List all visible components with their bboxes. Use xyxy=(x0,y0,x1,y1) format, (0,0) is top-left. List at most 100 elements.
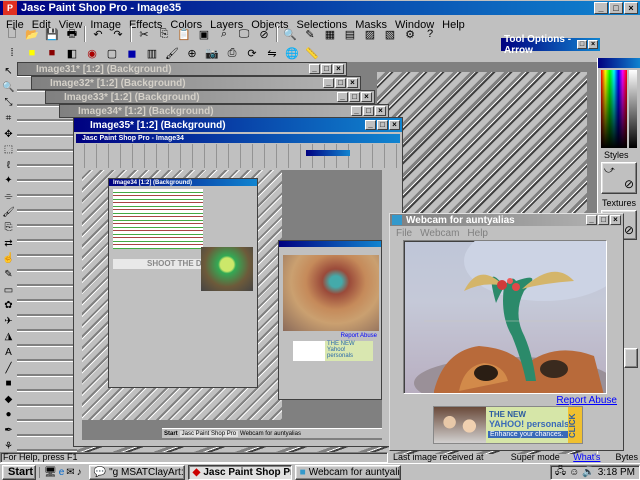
maximize-button[interactable]: □ xyxy=(609,2,623,14)
start-button[interactable]: Start xyxy=(2,464,36,480)
foreground-style-swatch[interactable]: ⤻ ⊘ xyxy=(601,162,637,194)
monitor-icon[interactable]: 🖵 xyxy=(234,25,254,43)
tool-options-title-bar[interactable]: Tool Options - Arrow □ × xyxy=(501,34,600,56)
layer-icon[interactable]: ◧ xyxy=(62,44,82,62)
draw-tool-icon[interactable]: ╱ xyxy=(2,361,16,375)
tool-palette-icon[interactable]: ✎ xyxy=(300,25,320,43)
overview-icon[interactable]: ▧ xyxy=(380,25,400,43)
image31-close[interactable]: × xyxy=(333,64,344,74)
mover-tool-icon[interactable]: ✥ xyxy=(2,127,16,141)
minimize-button[interactable]: _ xyxy=(594,2,608,14)
webcam-title-bar[interactable]: Webcam for auntyalias _ □ × xyxy=(390,214,623,226)
zoom-icon[interactable]: 🔍 xyxy=(280,25,300,43)
whats-this-link[interactable]: What's this? xyxy=(573,452,609,472)
text-tool-icon[interactable]: A xyxy=(2,346,16,360)
undo-icon[interactable]: ↶ xyxy=(88,25,108,43)
image33-title-bar[interactable]: Image33* [1:2] (Background) _ □ × xyxy=(45,90,375,104)
tool-options-close-button[interactable]: × xyxy=(588,40,598,49)
yahoo-personals-ad[interactable]: THE NEW YAHOO! personals Enhance your ch… xyxy=(433,406,583,444)
square-icon[interactable]: ■ xyxy=(22,44,42,62)
histogram-icon[interactable]: ▨ xyxy=(360,25,380,43)
dropper-tool-icon[interactable]: ⌯ xyxy=(2,190,16,204)
tray-chat-icon[interactable]: ☺ xyxy=(569,467,579,478)
image33-minimize[interactable]: _ xyxy=(337,92,348,102)
open-icon[interactable]: 📂 xyxy=(22,25,42,43)
new-icon[interactable]: 🗋 xyxy=(2,25,22,43)
image31-minimize[interactable]: _ xyxy=(309,64,320,74)
main-title-bar[interactable]: P Jasc Paint Shop Pro - Image35 _ □ × xyxy=(0,1,640,15)
image35-minimize[interactable]: _ xyxy=(365,120,376,130)
selection-tool-icon[interactable]: ⬚ xyxy=(2,143,16,157)
vector-object-icon[interactable]: ◆ xyxy=(2,392,16,406)
webcam-app-icon[interactable] xyxy=(392,215,402,225)
redo-icon[interactable]: ↷ xyxy=(108,25,128,43)
pen-tool-icon[interactable]: ✒ xyxy=(2,424,16,438)
camera-icon[interactable]: 📷 xyxy=(202,44,222,62)
crop-tool-icon[interactable]: ⌗ xyxy=(2,112,16,126)
frame-icon[interactable]: ▢ xyxy=(102,44,122,62)
layer-palette-icon[interactable]: ▤ xyxy=(340,25,360,43)
gradient-icon[interactable]: ▥ xyxy=(142,44,162,62)
task-chat[interactable]: 💬 "g MSATClayArt:1 - Chat xyxy=(88,464,185,480)
mail-icon[interactable]: ✉ xyxy=(66,467,74,478)
eraser-tool-icon[interactable]: ▭ xyxy=(2,283,16,297)
image32-minimize[interactable]: _ xyxy=(323,78,334,88)
freehand-tool-icon[interactable]: ℓ xyxy=(2,159,16,173)
browse-icon[interactable]: ⌕ xyxy=(214,25,234,43)
image32-close[interactable]: × xyxy=(347,78,358,88)
ruler-icon[interactable]: 📏 xyxy=(302,44,322,62)
red-eye-icon[interactable]: ● xyxy=(2,408,16,422)
color-palette-icon[interactable]: ▦ xyxy=(320,25,340,43)
tool-options-maximize-button[interactable]: □ xyxy=(577,40,587,49)
show-desktop-icon[interactable]: 🖥 xyxy=(44,467,57,478)
fill-icon[interactable]: ◼ xyxy=(122,44,142,62)
color-picker-grayscale[interactable] xyxy=(629,70,637,148)
color-picker-spectrum[interactable] xyxy=(601,70,627,148)
globe-icon[interactable]: 🌐 xyxy=(282,44,302,62)
swatch-icon[interactable]: ■ xyxy=(42,44,62,62)
image33-close[interactable]: × xyxy=(361,92,372,102)
grip-icon[interactable]: ⁞ xyxy=(2,44,22,62)
deform-tool-icon[interactable]: ⤡ xyxy=(2,96,16,110)
color-replacer-icon[interactable]: ⇄ xyxy=(2,237,16,251)
cut-icon[interactable]: ✂ xyxy=(134,25,154,43)
image35-title-bar[interactable]: Image35* [1:2] (Background) _ □ × xyxy=(74,118,402,132)
retouch-tool-icon[interactable]: ☝ xyxy=(2,252,16,266)
image33-maximize[interactable]: □ xyxy=(349,92,360,102)
image34-minimize[interactable]: _ xyxy=(351,106,362,116)
scratch-remover-icon[interactable]: ✎ xyxy=(2,268,16,282)
mask-icon[interactable]: ◉ xyxy=(82,44,102,62)
magic-wand-icon[interactable]: ✦ xyxy=(2,174,16,188)
airbrush-tool-icon[interactable]: ✈ xyxy=(2,315,16,329)
media-icon[interactable]: ♪ xyxy=(77,467,82,478)
task-psp[interactable]: ◆ Jasc Paint Shop Pro -... xyxy=(187,464,292,480)
script-icon[interactable]: ⚙ xyxy=(400,25,420,43)
webcam-minimize-button[interactable]: _ xyxy=(586,215,597,225)
print-icon[interactable]: 🖶 xyxy=(62,25,82,43)
webcam-menu-file[interactable]: File xyxy=(392,228,416,239)
brush-icon[interactable]: 🖌 xyxy=(162,44,182,62)
webcam-menu-webcam[interactable]: Webcam xyxy=(416,228,463,239)
color-palette-title-bar[interactable] xyxy=(598,58,640,68)
webcam-close-button[interactable]: × xyxy=(610,215,621,225)
image32-maximize[interactable]: □ xyxy=(335,78,346,88)
report-abuse-link[interactable]: Report Abuse xyxy=(556,395,617,406)
paint-tool-icon[interactable]: ⚘ xyxy=(2,439,16,453)
paste-new-icon[interactable]: ▣ xyxy=(194,25,214,43)
preset-shapes-icon[interactable]: ■ xyxy=(2,377,16,391)
no-style-icon[interactable]: ⊘ xyxy=(624,177,634,191)
image32-title-bar[interactable]: Image32* [1:2] (Background) _ □ × xyxy=(31,76,361,90)
tray-volume-icon[interactable]: 🔊 xyxy=(582,467,594,478)
browser-icon[interactable]: e xyxy=(59,467,65,478)
webcam-maximize-button[interactable]: □ xyxy=(598,215,609,225)
psp-app-icon[interactable]: P xyxy=(3,1,17,15)
image35-canvas[interactable]: Jasc Paint Shop Pro - Image34 Image34 [1… xyxy=(76,134,400,444)
image35-maximize[interactable]: □ xyxy=(377,120,388,130)
image31-maximize[interactable]: □ xyxy=(321,64,332,74)
ad-click-strip[interactable]: CLICK xyxy=(568,407,582,443)
zoom-tool-icon[interactable]: 🔍 xyxy=(2,81,16,95)
image31-title-bar[interactable]: Image31* [1:2] (Background) _ □ × xyxy=(17,62,347,76)
palette-scroll-button[interactable] xyxy=(624,348,638,368)
arrow-tool-icon[interactable]: ↖ xyxy=(2,65,16,79)
flood-fill-icon[interactable]: ◮ xyxy=(2,330,16,344)
